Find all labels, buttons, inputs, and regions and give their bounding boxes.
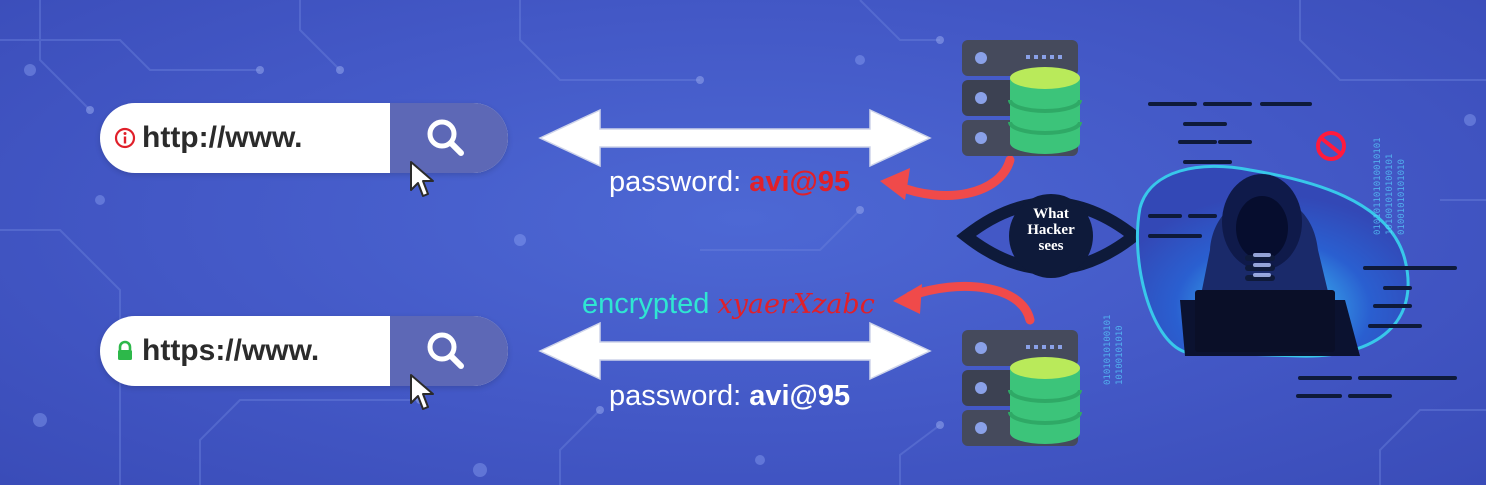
password-label-text: password: [609, 166, 742, 198]
secure-password-label: password: avi@95 [609, 380, 850, 413]
double-arrow-bottom [538, 321, 932, 381]
red-arrow-top [880, 155, 1015, 200]
password-value-secure: avi@95 [749, 380, 851, 412]
database-icon [1008, 357, 1082, 444]
password-label-text: password: [609, 380, 742, 412]
red-arrow-bottom [893, 281, 1035, 325]
insecure-password-label: password: avi@95 [609, 166, 850, 199]
database-icon [1008, 67, 1082, 154]
svg-text:0101010100101: 0101010100101 [1103, 315, 1113, 385]
svg-text:101001010100101: 101001010100101 [1385, 154, 1395, 235]
eye-caption: What Hacker sees [1022, 206, 1080, 254]
eye-caption-line: sees [1038, 238, 1064, 254]
eye-caption-line: What [1033, 206, 1069, 222]
svg-text:01001010101010: 01001010101010 [1397, 159, 1407, 235]
svg-text:10100101010: 10100101010 [1115, 325, 1125, 385]
encrypted-value: xyaerXzabc [717, 289, 875, 320]
password-value-plaintext: avi@95 [749, 166, 851, 198]
hacker-icon [1136, 164, 1410, 358]
eye-caption-line: Hacker [1027, 222, 1075, 238]
svg-text:010101101010010101: 010101101010010101 [1373, 137, 1383, 235]
double-arrow-top [538, 108, 932, 168]
no-entry-icon [1316, 131, 1346, 161]
encrypted-label: encrypted xyaerXzabc [582, 288, 875, 321]
encrypted-label-text: encrypted [582, 288, 710, 320]
